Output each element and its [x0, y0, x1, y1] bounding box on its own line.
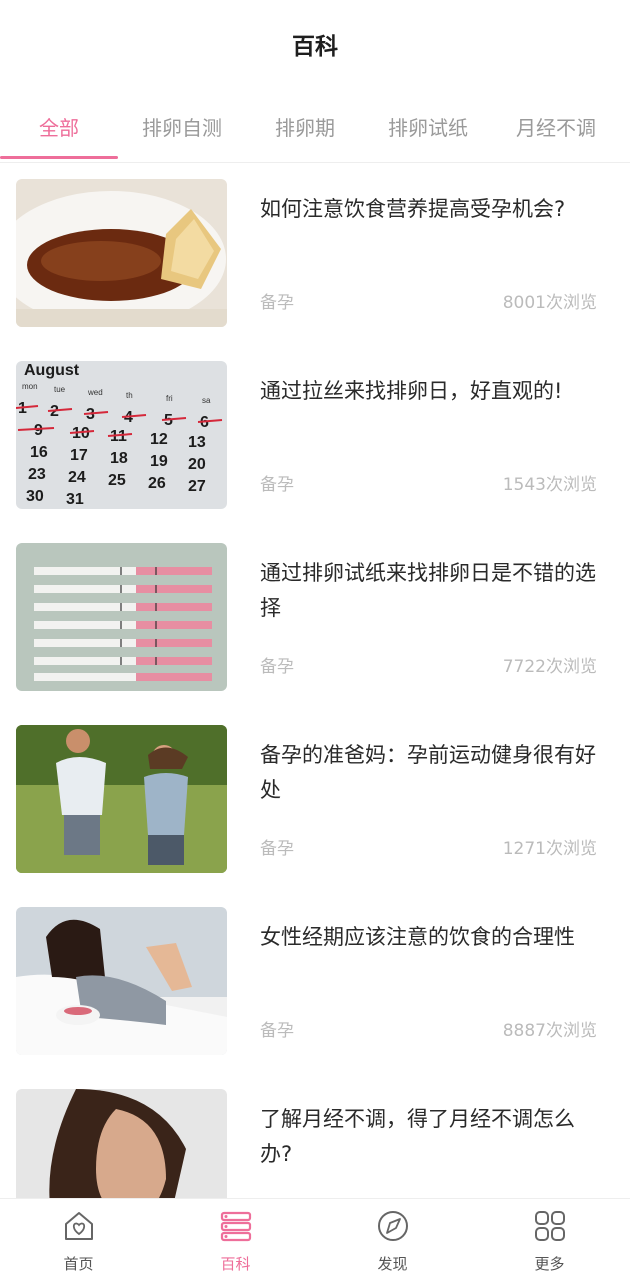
- article-item[interactable]: 了解月经不调，得了月经不调怎么办?: [0, 1072, 630, 1198]
- calendar-weekday: th: [126, 391, 133, 400]
- calendar-weekday: tue: [54, 385, 66, 394]
- article-thumbnail-tea: [16, 179, 227, 327]
- calendar-weekday: wed: [87, 388, 103, 397]
- article-title[interactable]: 女性经期应该注意的饮食的合理性: [260, 920, 600, 955]
- article-view-count: 8001次浏览: [502, 293, 597, 313]
- page-title: 百科: [292, 34, 338, 60]
- article-item[interactable]: August mon tue wed th fri sa 1 2 3 4 5 6…: [0, 344, 630, 526]
- article-thumbnail-woman-eating: [16, 907, 227, 1055]
- article-title[interactable]: 通过拉丝来找排卵日，好直观的!: [260, 374, 600, 409]
- calendar-date: 18: [110, 450, 128, 467]
- article-category: 备孕: [260, 657, 294, 677]
- bottom-navigation: 首页 百科 发现 更多: [0, 1198, 630, 1281]
- calendar-date: 24: [68, 469, 86, 486]
- calendar-date: 13: [188, 434, 206, 451]
- nav-discover[interactable]: 发现: [314, 1199, 471, 1281]
- nav-more[interactable]: 更多: [471, 1199, 628, 1281]
- calendar-date: 16: [30, 444, 48, 461]
- calendar-weekday: sa: [202, 396, 211, 405]
- grid-icon: [535, 1211, 565, 1241]
- book-stack-icon: [220, 1211, 252, 1242]
- nav-home[interactable]: 首页: [0, 1199, 157, 1281]
- calendar-date: 23: [28, 466, 46, 483]
- tab-ovulation-self-test[interactable]: 排卵自测: [119, 96, 245, 156]
- article-title[interactable]: 了解月经不调，得了月经不调怎么办?: [260, 1102, 600, 1172]
- article-thumbnail-running-couple: [16, 725, 227, 873]
- calendar-date: 25: [108, 472, 126, 489]
- calendar-date: 17: [70, 447, 88, 464]
- calendar-weekday: fri: [166, 394, 173, 403]
- calendar-date: 26: [148, 475, 166, 492]
- article-view-count: 7722次浏览: [502, 657, 597, 677]
- category-tabs: 全部 排卵自测 排卵期 排卵试纸 月经不调: [0, 96, 630, 163]
- page-header: 百科: [0, 0, 630, 88]
- article-item[interactable]: 如何注意饮食营养提高受孕机会? 备孕 8001次浏览: [0, 162, 630, 344]
- article-thumbnail-calendar: August mon tue wed th fri sa 1 2 3 4 5 6…: [16, 361, 227, 509]
- article-list[interactable]: 如何注意饮食营养提高受孕机会? 备孕 8001次浏览 August mon tu…: [0, 162, 630, 1198]
- article-title[interactable]: 通过排卵试纸来找排卵日是不错的选择: [260, 556, 600, 626]
- calendar-date: 27: [188, 478, 206, 495]
- article-category: 备孕: [260, 839, 294, 859]
- calendar-date: 30: [26, 488, 44, 505]
- article-thumbnail-test-strips: [16, 543, 227, 691]
- nav-discover-label: 发现: [377, 1255, 408, 1273]
- calendar-month: August: [24, 362, 80, 379]
- article-category: 备孕: [260, 1021, 294, 1041]
- article-title[interactable]: 备孕的准爸妈：孕前运动健身很有好处: [260, 738, 600, 808]
- article-view-count: 1543次浏览: [502, 475, 597, 495]
- article-thumbnail-woman-pensive: [16, 1089, 227, 1198]
- article-category: 备孕: [260, 475, 294, 495]
- article-view-count: 1271次浏览: [502, 839, 597, 859]
- article-item[interactable]: 备孕的准爸妈：孕前运动健身很有好处 备孕 1271次浏览: [0, 708, 630, 890]
- nav-encyclopedia-label: 百科: [220, 1255, 251, 1273]
- compass-icon: [378, 1211, 408, 1241]
- home-heart-icon: [65, 1212, 93, 1240]
- nav-more-label: 更多: [534, 1255, 565, 1273]
- article-category: 备孕: [260, 293, 294, 313]
- calendar-date: 9: [34, 422, 43, 439]
- tab-all[interactable]: 全部: [0, 96, 122, 156]
- nav-encyclopedia[interactable]: 百科: [157, 1199, 314, 1281]
- tab-ovulation-period[interactable]: 排卵期: [242, 96, 368, 156]
- tab-irregular-menstruation[interactable]: 月经不调: [493, 96, 619, 156]
- calendar-date: 20: [188, 456, 206, 473]
- tab-ovulation-test-strip[interactable]: 排卵试纸: [365, 96, 491, 156]
- article-item[interactable]: 通过排卵试纸来找排卵日是不错的选择 备孕 7722次浏览: [0, 526, 630, 708]
- article-view-count: 8887次浏览: [502, 1021, 597, 1041]
- calendar-weekday: mon: [22, 382, 38, 391]
- calendar-date: 19: [150, 453, 168, 470]
- article-item[interactable]: 女性经期应该注意的饮食的合理性 备孕 8887次浏览: [0, 890, 630, 1072]
- active-tab-indicator: [0, 156, 118, 159]
- calendar-date: 12: [150, 431, 168, 448]
- article-title[interactable]: 如何注意饮食营养提高受孕机会?: [260, 192, 600, 227]
- nav-home-label: 首页: [63, 1255, 94, 1273]
- calendar-date: 31: [66, 491, 84, 508]
